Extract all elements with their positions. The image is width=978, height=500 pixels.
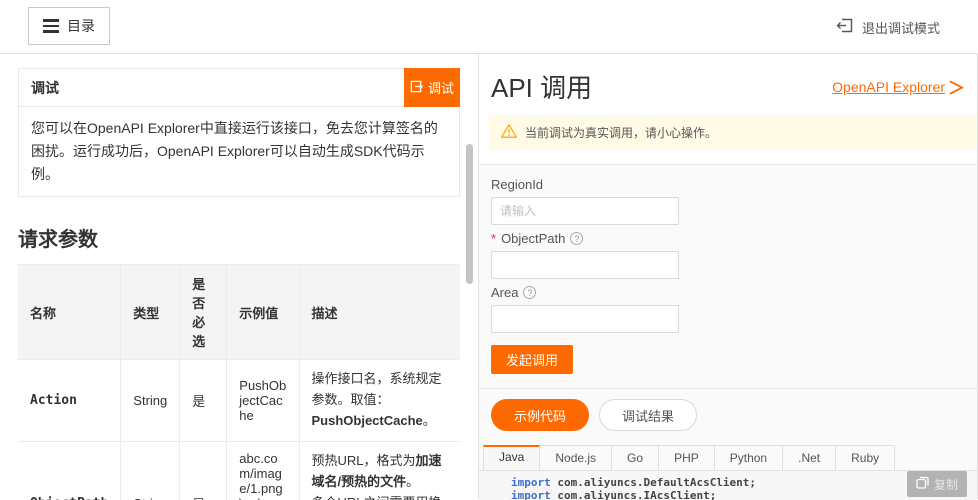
warning-banner: 当前调试为真实调用，请小心操作。 [489, 115, 977, 150]
col-header-name: 名称 [18, 265, 121, 360]
param-type: String [121, 441, 180, 500]
area-input[interactable] [491, 305, 679, 333]
param-example: abc.com/image/1.png\nabc.com/image/2.png [227, 441, 299, 500]
scrollbar-thumb[interactable] [466, 144, 473, 284]
param-description: 预热URL，格式为加速域名/预热的文件。 多个URL之间需要用换行符（\n）或（… [299, 441, 460, 500]
language-tabs: Java Node.js Go PHP Python .Net Ruby [479, 445, 977, 471]
required-asterisk: * [491, 231, 496, 246]
area-help-icon[interactable]: ? [523, 286, 536, 299]
tab-ruby[interactable]: Ruby [836, 445, 895, 470]
tab-php[interactable]: PHP [659, 445, 715, 470]
debug-box-title: 调试 [19, 69, 459, 107]
hamburger-icon [43, 19, 59, 33]
param-name: ObjectPath [18, 441, 121, 500]
warning-text: 当前调试为真实调用，请小心操作。 [525, 124, 717, 141]
toc-button[interactable]: 目录 [28, 7, 110, 45]
debug-button[interactable]: 调试 [404, 68, 460, 107]
copy-code-button[interactable]: 复制 [907, 471, 967, 497]
col-header-example: 示例值 [227, 265, 299, 360]
debug-run-icon [410, 80, 423, 96]
debug-box-description: 您可以在OpenAPI Explorer中直接运行该接口，免去您计算签名的困扰。… [19, 107, 459, 196]
param-name: Action [18, 360, 121, 441]
invoke-api-button[interactable]: 发起调用 [491, 345, 573, 374]
sample-code-block: 复制 import com.aliyuncs.DefaultAcsClient;… [479, 471, 977, 500]
tab-dotnet[interactable]: .Net [783, 445, 836, 470]
toc-button-label: 目录 [67, 16, 95, 36]
area-label: Area ? [491, 285, 965, 300]
exit-debug-mode-label: 退出调试模式 [862, 18, 940, 37]
objectpath-input[interactable] [491, 251, 679, 279]
col-header-type: 类型 [121, 265, 180, 360]
left-panel-scrollbar [460, 54, 478, 499]
request-params-heading: 请求参数 [18, 223, 460, 252]
regionid-input[interactable] [491, 197, 679, 225]
debug-result-pill[interactable]: 调试结果 [599, 399, 697, 431]
api-call-title: API 调用 [491, 68, 592, 105]
tab-nodejs[interactable]: Node.js [540, 445, 612, 470]
copy-button-label: 复制 [934, 476, 958, 493]
objectpath-help-icon[interactable]: ? [570, 232, 583, 245]
debug-button-label: 调试 [428, 78, 454, 97]
top-bar: 目录 退出调试模式 [0, 0, 978, 54]
param-example: PushObjectCache [227, 360, 299, 441]
debug-info-box: 调试 调试 您可以在OpenAPI Explorer中直接运行该接口，免去您计算… [18, 68, 460, 197]
chevron-right-icon: ＞ [948, 74, 965, 99]
exit-debug-mode-button[interactable]: 退出调试模式 [836, 0, 940, 54]
debug-form-section: RegionId * ObjectPath ? Area ? 发起调用 [479, 164, 977, 500]
regionid-label: RegionId [491, 177, 965, 192]
col-header-required: 是否必选 [180, 265, 227, 360]
request-params-table: 名称 类型 是否必选 示例值 描述 Action String 是 PushOb… [18, 264, 460, 500]
col-header-description: 描述 [299, 265, 460, 360]
table-row: ObjectPath String 是 abc.com/image/1.png\… [18, 441, 460, 500]
main-split: 调试 调试 您可以在OpenAPI Explorer中直接运行该接口，免去您计算… [0, 54, 978, 499]
exit-icon [836, 18, 853, 36]
doc-panel: 调试 调试 您可以在OpenAPI Explorer中直接运行该接口，免去您计算… [0, 54, 460, 499]
table-header-row: 名称 类型 是否必选 示例值 描述 [18, 265, 460, 360]
warning-icon [501, 124, 517, 141]
tab-python[interactable]: Python [715, 445, 783, 470]
param-required: 是 [180, 441, 227, 500]
tab-go[interactable]: Go [612, 445, 659, 470]
copy-icon [916, 476, 929, 492]
objectpath-label: * ObjectPath ? [491, 231, 965, 246]
sample-code-pill[interactable]: 示例代码 [491, 399, 589, 431]
openapi-explorer-link[interactable]: OpenAPI Explorer ＞ [832, 74, 965, 99]
param-description: 操作接口名，系统规定参数。取值：PushObjectCache。 [299, 360, 460, 441]
openapi-explorer-link-label: OpenAPI Explorer [832, 79, 945, 95]
tab-java[interactable]: Java [483, 445, 540, 470]
param-required: 是 [180, 360, 227, 441]
api-call-panel: API 调用 OpenAPI Explorer ＞ 当前调试为真实调用，请小心操… [479, 54, 978, 499]
table-row: Action String 是 PushObjectCache 操作接口名，系统… [18, 360, 460, 441]
param-type: String [121, 360, 180, 441]
